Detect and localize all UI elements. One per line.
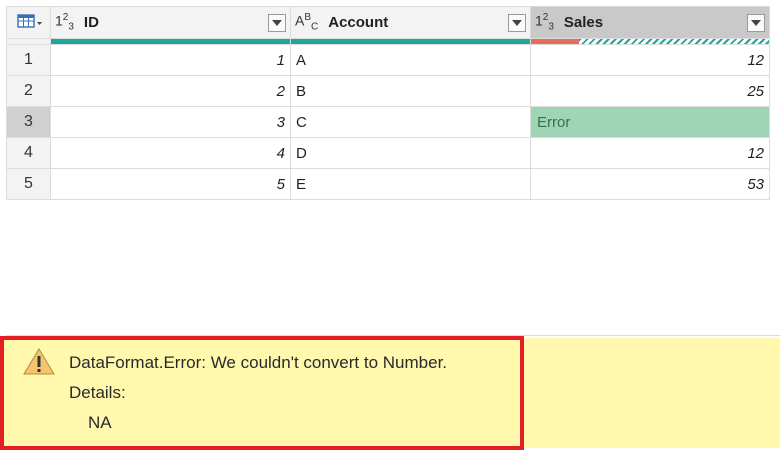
cell-account[interactable]: D xyxy=(290,137,531,169)
dropdown-arrow-icon[interactable] xyxy=(268,13,286,32)
cell-sales[interactable]: 12 xyxy=(530,44,770,76)
cell-account[interactable]: A xyxy=(290,44,531,76)
error-message: DataFormat.Error: We couldn't convert to… xyxy=(69,353,448,372)
table-row: 2 2 B 25 xyxy=(6,75,770,107)
row-number[interactable]: 2 xyxy=(6,75,51,107)
column-header-label: Sales xyxy=(563,14,604,31)
cell-account[interactable]: C xyxy=(290,106,531,138)
dropdown-arrow-icon[interactable] xyxy=(508,13,526,32)
table-row-selected: 3 3 C Error xyxy=(6,106,770,138)
row-number[interactable]: 5 xyxy=(6,168,51,200)
cell-id[interactable]: 1 xyxy=(50,44,291,76)
table-row: 5 5 E 53 xyxy=(6,168,770,200)
table-row: 4 4 D 12 xyxy=(6,137,770,169)
row-number[interactable]: 1 xyxy=(6,44,51,76)
cell-id[interactable]: 3 xyxy=(50,106,291,138)
cell-id[interactable]: 2 xyxy=(50,75,291,107)
column-header-id[interactable]: 123 ID xyxy=(50,6,291,39)
row-number[interactable]: 3 xyxy=(6,106,51,138)
row-number[interactable]: 4 xyxy=(6,137,51,169)
quality-bar-sales xyxy=(530,38,770,45)
cell-account[interactable]: E xyxy=(290,168,531,200)
cell-sales[interactable]: 53 xyxy=(530,168,770,200)
cell-account[interactable]: B xyxy=(290,75,531,107)
number-type-icon[interactable]: 123 xyxy=(55,12,74,32)
text-type-icon[interactable]: ABC xyxy=(295,12,318,32)
data-grid: 123 ID ABC Account 123 Sales 1 1 A 12 2 … xyxy=(6,6,770,200)
error-details-value: NA xyxy=(88,413,112,432)
column-header-label: Account xyxy=(328,14,389,31)
column-header-sales[interactable]: 123 Sales xyxy=(530,6,770,39)
table-menu-button[interactable] xyxy=(6,6,51,39)
number-type-icon[interactable]: 123 xyxy=(535,12,554,32)
dropdown-arrow-icon[interactable] xyxy=(747,13,765,32)
header-row: 123 ID ABC Account 123 Sales xyxy=(6,6,770,39)
cell-id[interactable]: 4 xyxy=(50,137,291,169)
column-header-account[interactable]: ABC Account xyxy=(290,6,531,39)
table-menu-icon xyxy=(16,13,42,28)
column-header-label: ID xyxy=(83,14,99,31)
table-row: 1 1 A 12 xyxy=(6,44,770,76)
warning-icon xyxy=(23,348,55,375)
cell-sales[interactable]: 12 xyxy=(530,137,770,169)
cell-sales-error[interactable]: Error xyxy=(530,106,770,138)
error-details-label: Details: xyxy=(69,383,126,402)
cell-sales[interactable]: 25 xyxy=(530,75,770,107)
cell-id[interactable]: 5 xyxy=(50,168,291,200)
